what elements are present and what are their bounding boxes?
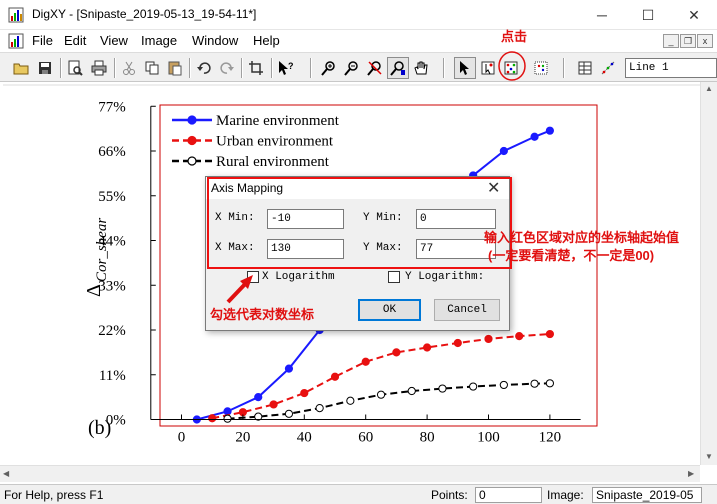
log-hint-text: 勾选代表对数坐标 [210, 307, 315, 322]
range-hint-text: 输入红色区域对应的坐标轴起始值 [484, 230, 680, 245]
click-hint-text: 点击 [501, 29, 528, 44]
click-highlight-circle [498, 51, 526, 81]
range-hint-text-2: (一定要看清楚，不一定是00) [488, 248, 655, 263]
